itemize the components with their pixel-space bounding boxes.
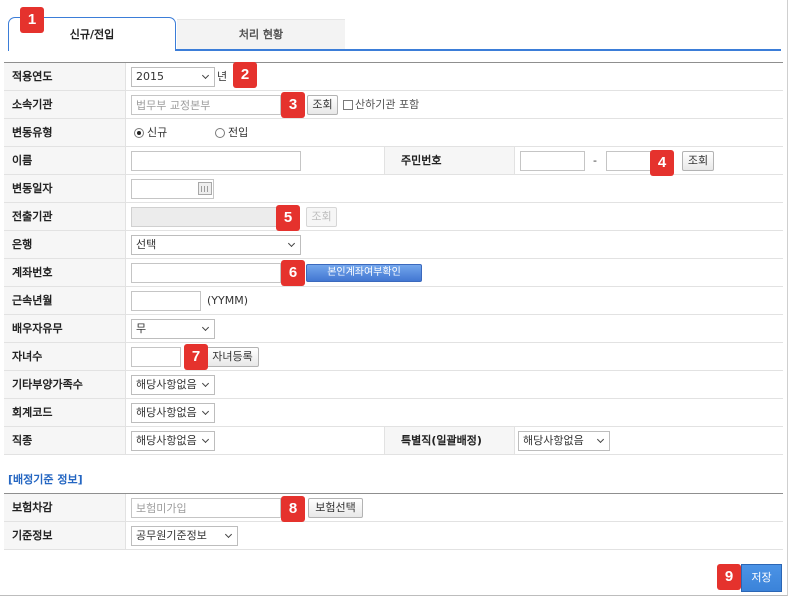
row-spouse: 배우자유무 무: [4, 315, 783, 343]
step-badge-3: 3: [281, 92, 305, 118]
account-number-input[interactable]: [131, 263, 281, 283]
row-bank: 은행 선택: [4, 231, 783, 259]
label-change-date: 변동일자: [4, 175, 126, 202]
step-badge-7: 7: [184, 344, 208, 370]
row-children: 자녀수 자녀등록: [4, 343, 783, 371]
row-criteria: 기준정보 공무원기준정보: [4, 522, 783, 550]
step-badge-6: 6: [281, 260, 305, 286]
enrollment-form-table: 적용연도 2015 년 소속기관 조회 산하기관 포함 변동유형 신규 전입 이…: [4, 62, 783, 455]
apply-year-value: 2015: [136, 70, 164, 83]
label-name: 이름: [4, 147, 126, 174]
chevron-down-icon: [224, 530, 233, 539]
chevron-down-icon: [201, 407, 210, 416]
spouse-select[interactable]: 무: [131, 319, 215, 339]
radio-label-transfer[interactable]: 전입: [228, 119, 248, 146]
agency-field[interactable]: [131, 95, 281, 115]
row-origin-agency: 전출기관 조회: [4, 203, 783, 231]
origin-agency-field: [131, 207, 281, 227]
verify-account-owner-button[interactable]: 본인계좌여부확인: [306, 264, 422, 282]
include-sub-agencies-label[interactable]: 산하기관 포함: [355, 91, 419, 118]
accounting-code-select[interactable]: 해당사항없음: [131, 403, 215, 423]
row-service-period: 근속년월 (YYMM): [4, 287, 783, 315]
job-type-select[interactable]: 해당사항없음: [131, 431, 215, 451]
step-badge-9: 9: [717, 564, 741, 590]
row-apply-year: 적용연도 2015 년: [4, 63, 783, 91]
special-job-value: 해당사항없음: [523, 434, 584, 447]
bank-select-value: 선택: [136, 238, 157, 251]
tab-processing-status[interactable]: 처리 현황: [177, 19, 345, 49]
criteria-select[interactable]: 공무원기준정보: [131, 526, 238, 546]
other-dependents-select[interactable]: 해당사항없음: [131, 375, 215, 395]
label-change-type: 변동유형: [4, 119, 126, 146]
chevron-down-icon: [201, 435, 210, 444]
apply-year-select[interactable]: 2015: [131, 67, 215, 87]
label-criteria: 기준정보: [4, 522, 126, 549]
row-change-type: 변동유형 신규 전입: [4, 119, 783, 147]
chevron-down-icon: [287, 239, 296, 248]
label-insurance: 보험차감: [4, 494, 126, 521]
label-apply-year: 적용연도: [4, 63, 126, 90]
label-service-period: 근속년월: [4, 287, 126, 314]
enrollment-page: 신규/전입 처리 현황 적용연도 2015 년 소속기관 조회 산하기관 포함 …: [0, 0, 797, 598]
accounting-code-value: 해당사항없음: [136, 406, 197, 419]
insurance-field: [131, 498, 281, 518]
special-job-select[interactable]: 해당사항없음: [518, 431, 610, 451]
step-badge-4: 4: [650, 150, 674, 176]
label-special-job: 특별직(일괄배정): [384, 427, 515, 454]
chevron-down-icon: [201, 71, 210, 80]
label-bank: 은행: [4, 231, 126, 258]
step-badge-8: 8: [281, 496, 305, 522]
include-sub-agencies-checkbox[interactable]: [343, 100, 353, 110]
bank-select[interactable]: 선택: [131, 235, 301, 255]
radio-transfer[interactable]: [215, 128, 225, 138]
agency-search-button[interactable]: 조회: [307, 95, 338, 115]
register-children-button[interactable]: 자녀등록: [206, 347, 259, 367]
row-change-date: 변동일자: [4, 175, 783, 203]
label-origin-agency: 전출기관: [4, 203, 126, 230]
origin-agency-search-button: 조회: [306, 207, 337, 227]
name-input[interactable]: [131, 151, 301, 171]
rrn-separator: -: [593, 154, 597, 167]
row-account-number: 계좌번호 본인계좌여부확인: [4, 259, 783, 287]
chevron-down-icon: [201, 379, 210, 388]
label-accounting-code: 회계코드: [4, 399, 126, 426]
tab-underline: [175, 49, 781, 51]
row-accounting-code: 회계코드 해당사항없음: [4, 399, 783, 427]
radio-new[interactable]: [134, 128, 144, 138]
chevron-down-icon: [201, 323, 210, 332]
label-spouse: 배우자유무: [4, 315, 126, 342]
spouse-select-value: 무: [136, 322, 147, 335]
row-other-dependents: 기타부양가족수 해당사항없음: [4, 371, 783, 399]
job-type-value: 해당사항없음: [136, 434, 197, 447]
allocation-section-heading: [배정기준 정보]: [8, 473, 83, 486]
calendar-icon[interactable]: [198, 182, 212, 195]
apply-year-suffix: 년: [217, 70, 228, 83]
step-badge-5: 5: [276, 205, 300, 231]
row-insurance: 보험차감 보험선택: [4, 494, 783, 522]
service-period-hint: (YYMM): [207, 294, 249, 307]
step-badge-2: 2: [233, 62, 257, 88]
label-children: 자녀수: [4, 343, 126, 370]
criteria-select-value: 공무원기준정보: [136, 529, 207, 542]
rrn-front-input[interactable]: [520, 151, 585, 171]
radio-label-new[interactable]: 신규: [147, 119, 167, 146]
row-job-type: 직종 해당사항없음 특별직(일괄배정) 해당사항없음: [4, 427, 783, 455]
label-rrn: 주민번호: [384, 147, 515, 174]
tab-label-processing-status: 처리 현황: [238, 28, 284, 41]
step-badge-1: 1: [20, 7, 44, 33]
children-count-input[interactable]: [131, 347, 181, 367]
allocation-form-table: 보험차감 보험선택 기준정보 공무원기준정보: [4, 493, 783, 550]
chevron-down-icon: [596, 435, 605, 444]
save-button[interactable]: 저장: [741, 564, 782, 592]
service-period-input[interactable]: [131, 291, 201, 311]
select-insurance-button[interactable]: 보험선택: [308, 498, 363, 518]
label-job-type: 직종: [4, 427, 126, 454]
label-agency: 소속기관: [4, 91, 126, 118]
rrn-search-button[interactable]: 조회: [682, 151, 714, 171]
row-agency: 소속기관 조회 산하기관 포함: [4, 91, 783, 119]
other-dependents-value: 해당사항없음: [136, 378, 197, 391]
label-account-number: 계좌번호: [4, 259, 126, 286]
label-other-dependents: 기타부양가족수: [4, 371, 126, 398]
